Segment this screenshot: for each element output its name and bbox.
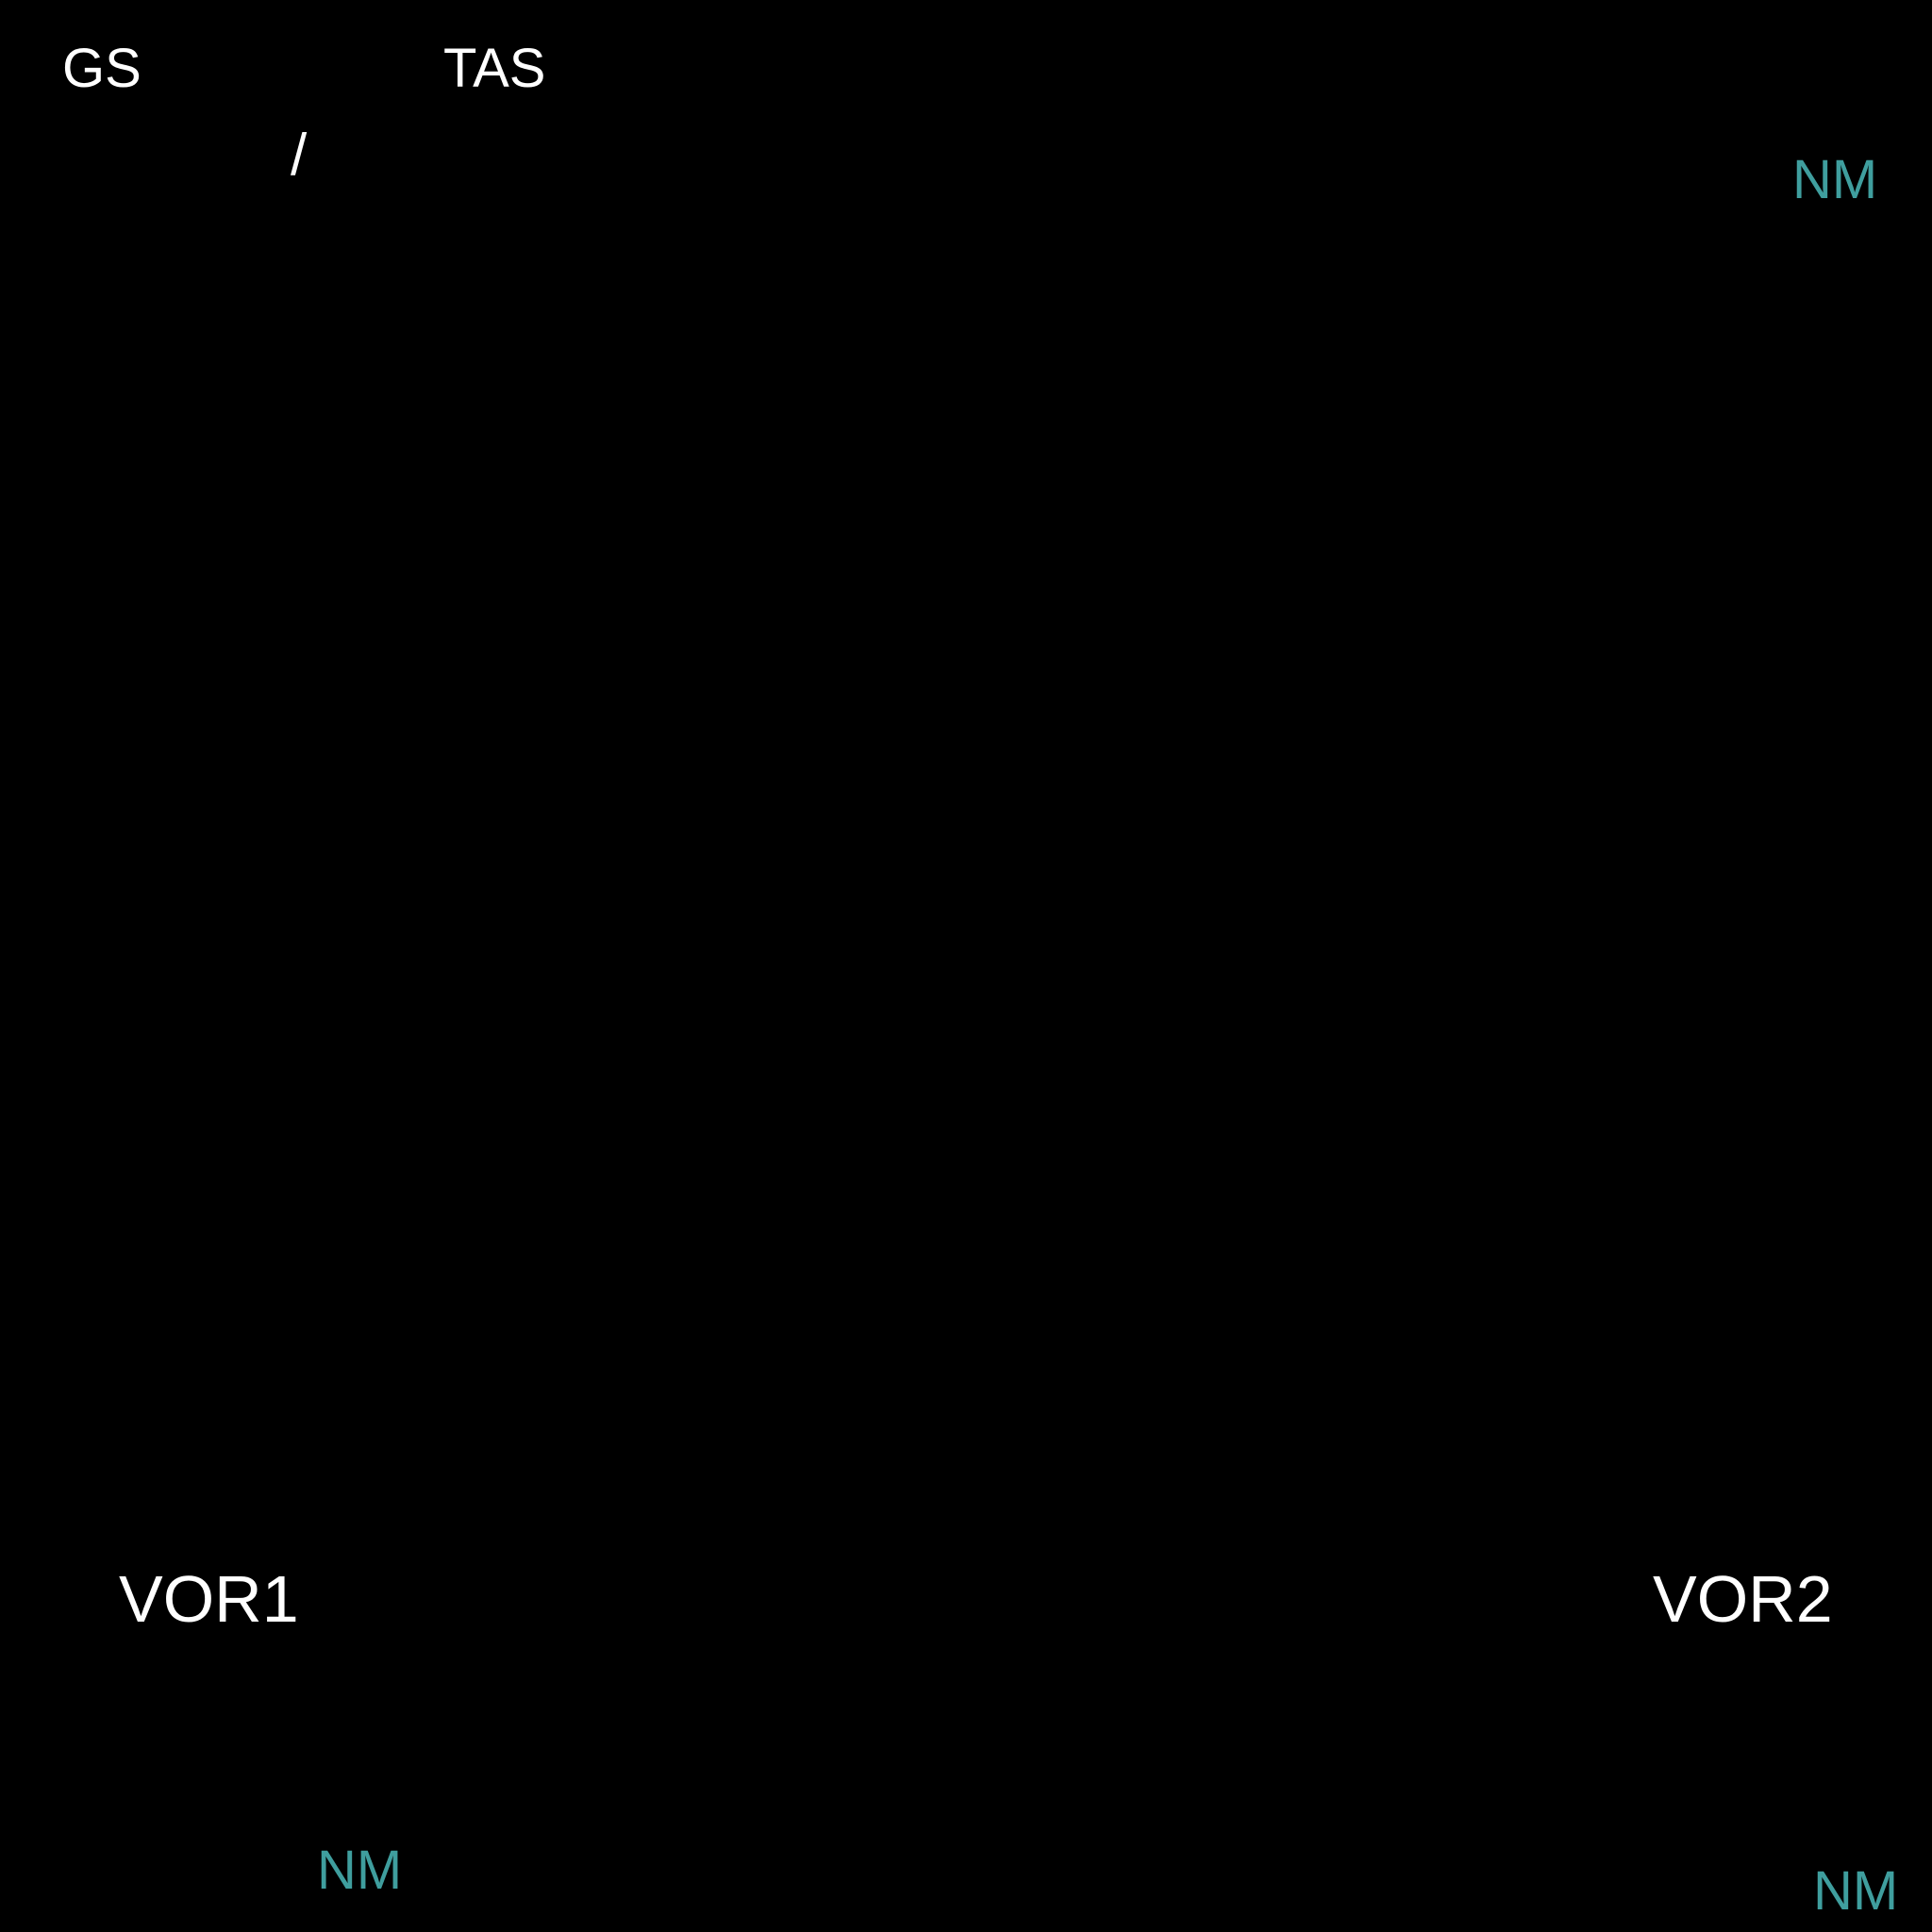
wind-separator: / [291,123,308,188]
vor2-distance-unit: NM [1813,1860,1899,1922]
ground-speed-label: GS [62,38,142,99]
navigation-display: GS TAS / NM VOR1 NM VOR2 NM [0,0,1932,1932]
vor1-label: VOR1 [119,1562,299,1636]
vor1-distance-unit: NM [317,1840,403,1901]
true-airspeed-label: TAS [443,38,546,99]
vor2-label: VOR2 [1653,1562,1833,1636]
range-unit-label: NM [1792,149,1878,210]
